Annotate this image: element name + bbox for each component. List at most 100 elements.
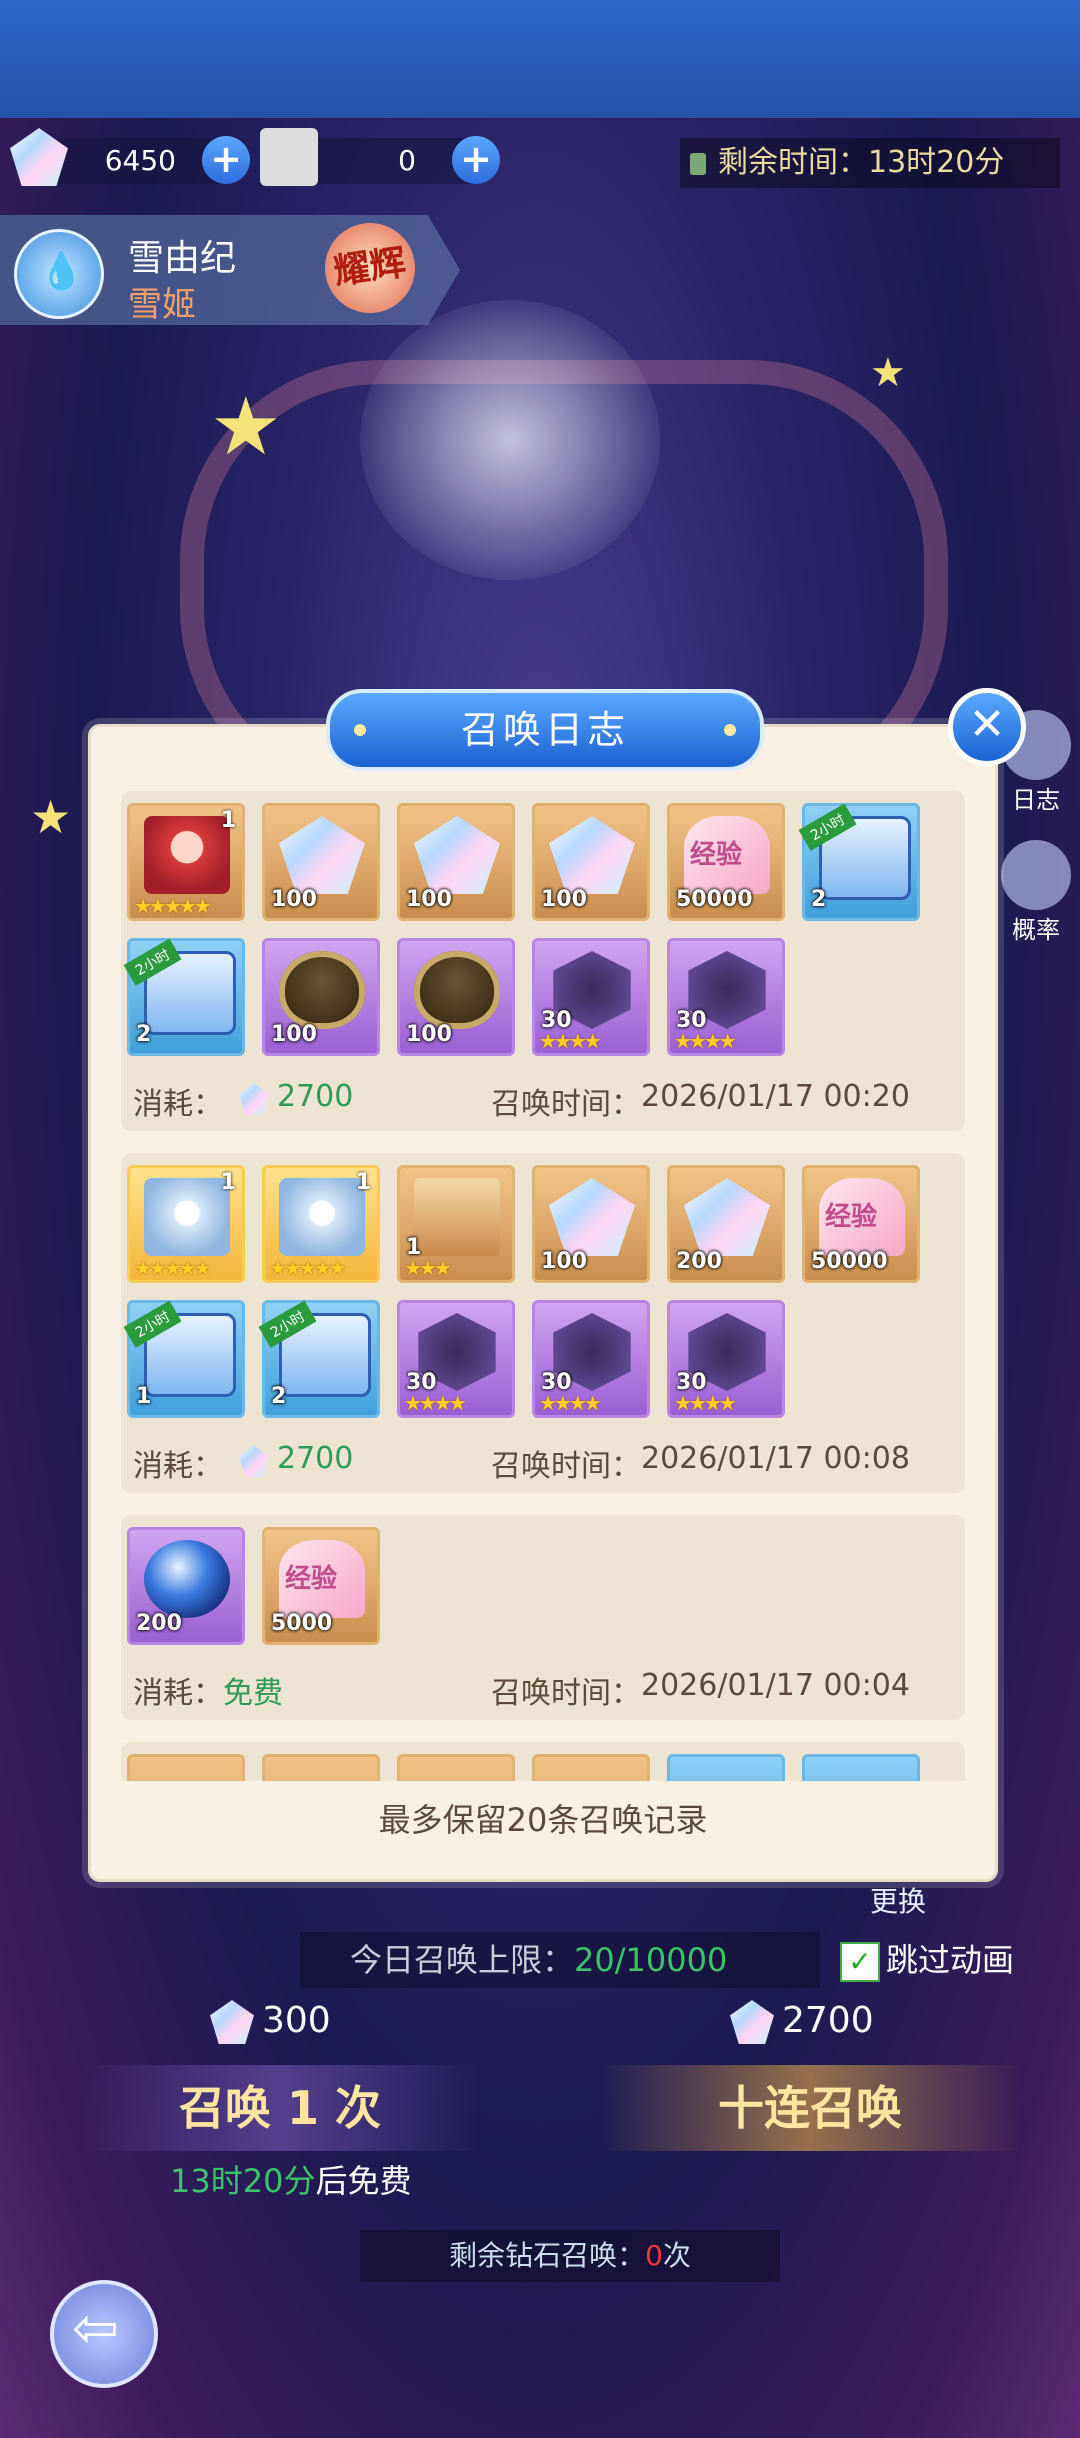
gem-resource: 6450 + [10, 128, 250, 186]
reward-item[interactable]: 100 [397, 938, 515, 1056]
gem-icon [239, 1083, 269, 1115]
checkbox-icon: ✓ [840, 1942, 880, 1982]
star-rating: ★★★★★ [134, 894, 212, 918]
timer-icon [690, 152, 706, 175]
records-list[interactable]: 1 ★★★★★ 100 100 100 经验 50000 2小时 2 2小时 2 100 100 30 ★★… [111, 781, 975, 1781]
star-rating: ★★★★ [674, 1391, 737, 1415]
hero-card[interactable]: 雪由纪 雪姬 耀辉 [0, 215, 460, 325]
item-level: 1 [220, 1170, 236, 1195]
reward-item[interactable]: 1 ★★★★★ [127, 1165, 245, 1283]
swap-button[interactable]: 更换 [870, 1880, 926, 1920]
free-countdown-suffix: 后免费 [315, 2162, 412, 2200]
egg-icon [414, 951, 500, 1029]
close-button[interactable]: ✕ [948, 688, 1026, 766]
ten-cost-value: 2700 [782, 2000, 874, 2041]
free-countdown: 13时20分后免费 [170, 2156, 411, 2202]
item-count: 100 [271, 1022, 317, 1047]
summon-once-button[interactable]: 召唤 1 次 [80, 2065, 480, 2151]
reward-item[interactable]: 1 ★★★ [397, 1165, 515, 1283]
reward-item[interactable]: 100 [262, 803, 380, 921]
star-icon: ★ [210, 380, 282, 473]
reward-item[interactable] [667, 1754, 785, 1781]
time-remaining: 剩余时间：13时20分 [680, 138, 1060, 188]
gem-icon [10, 128, 68, 186]
gem-icon [239, 1445, 269, 1477]
log-side-label: 日志 [1012, 786, 1060, 814]
summon-record: 200 经验 5000 消耗： 免费 召唤时间： 2026/01/17 00:04 [121, 1515, 965, 1720]
item-level: 1 [220, 808, 236, 833]
item-count: 2 [811, 887, 827, 912]
back-button[interactable] [50, 2280, 158, 2388]
cost-value: 免费 [223, 1676, 283, 1711]
reward-item[interactable]: 1 ★★★★★ [127, 803, 245, 921]
reward-item[interactable] [532, 1754, 650, 1781]
diamond-left-prefix: 剩余钻石召唤： [449, 2239, 646, 2272]
reward-item[interactable]: 30 ★★★★ [667, 1300, 785, 1418]
reward-item[interactable]: 经验 5000 [262, 1527, 380, 1645]
reward-item[interactable] [262, 1754, 380, 1781]
reward-item[interactable]: 2小时 2 [123, 938, 245, 1056]
dice-icon [1001, 840, 1071, 910]
item-count: 100 [541, 1249, 587, 1274]
record-cost-row: 消耗： 免费 召唤时间： 2026/01/17 00:04 [121, 1662, 965, 1712]
hero-white-icon [144, 1178, 230, 1256]
item-count: 2 [271, 1384, 287, 1409]
reward-item[interactable] [397, 1754, 515, 1781]
reward-item[interactable]: 2小时 2 [798, 803, 920, 921]
reward-item[interactable]: 100 [262, 938, 380, 1056]
item-label: 经验 [690, 840, 743, 870]
time-remaining-text: 剩余时间：13时20分 [718, 145, 1005, 180]
star-rating: ★★★★ [539, 1391, 602, 1415]
item-label: 经验 [825, 1202, 878, 1232]
gem-icon [210, 2000, 254, 2044]
rate-side-button[interactable]: 概率 [992, 840, 1080, 944]
reward-item[interactable]: 2小时 1 [123, 1300, 245, 1418]
item-count: 100 [406, 887, 452, 912]
gem-icon [730, 2000, 774, 2044]
reward-item[interactable]: 经验 50000 [667, 803, 785, 921]
reward-item[interactable]: 经验 50000 [802, 1165, 920, 1283]
reward-item[interactable]: 100 [532, 1165, 650, 1283]
item-count: 50000 [811, 1249, 888, 1274]
reward-item[interactable]: 200 [667, 1165, 785, 1283]
add-gems-button[interactable]: + [202, 136, 250, 184]
skip-animation-toggle[interactable]: ✓ 跳过动画 [840, 1932, 1014, 1988]
star-rating: ★★★★ [674, 1029, 737, 1053]
reward-item[interactable]: 30 ★★★★ [532, 1300, 650, 1418]
reward-item[interactable] [802, 1754, 920, 1781]
cost-label: 消耗： [133, 1449, 223, 1484]
reward-item[interactable]: 1 ★★★★★ [262, 1165, 380, 1283]
item-count: 50000 [676, 887, 753, 912]
star-icon: ★ [870, 350, 906, 396]
reward-item[interactable]: 30 ★★★★ [667, 938, 785, 1056]
reward-item[interactable]: 100 [397, 803, 515, 921]
cost-label: 消耗： [133, 1087, 223, 1122]
gem-icon [684, 1178, 770, 1256]
ten-cost: 2700 [730, 2000, 874, 2060]
summon-ten-button[interactable]: 十连召唤 [600, 2065, 1020, 2151]
time-label: 召唤时间： [491, 1449, 641, 1484]
egg-icon [279, 951, 365, 1029]
water-element-icon [14, 229, 104, 319]
reward-item[interactable]: 100 [532, 803, 650, 921]
star-icon: ★ [30, 790, 72, 844]
cost-value: 2700 [277, 1441, 354, 1476]
add-tickets-button[interactable]: + [452, 136, 500, 184]
gem-icon [279, 816, 365, 894]
time-label: 召唤时间： [491, 1087, 641, 1122]
item-count: 100 [406, 1022, 452, 1047]
reward-item[interactable]: 2小时 2 [258, 1300, 380, 1418]
single-cost-value: 300 [262, 2000, 331, 2041]
top-banner [0, 0, 1080, 118]
diamond-left-suffix: 次 [662, 2239, 691, 2272]
hero-white-icon [279, 1178, 365, 1256]
reward-item[interactable]: 200 [127, 1527, 245, 1645]
reward-item[interactable]: 30 ★★★★ [532, 938, 650, 1056]
summon-time: 2026/01/17 00:20 [641, 1079, 910, 1114]
summon-controls: 更换 今日召唤上限：20/10000 ✓ 跳过动画 300 2700 召唤 1 次… [0, 1880, 1080, 2438]
reward-item[interactable] [127, 1754, 245, 1781]
star-rating: ★★★★ [539, 1029, 602, 1053]
reward-item[interactable]: 30 ★★★★ [397, 1300, 515, 1418]
daily-limit-value: 20/10000 [574, 1941, 728, 1979]
cost-label: 消耗： [133, 1676, 223, 1711]
